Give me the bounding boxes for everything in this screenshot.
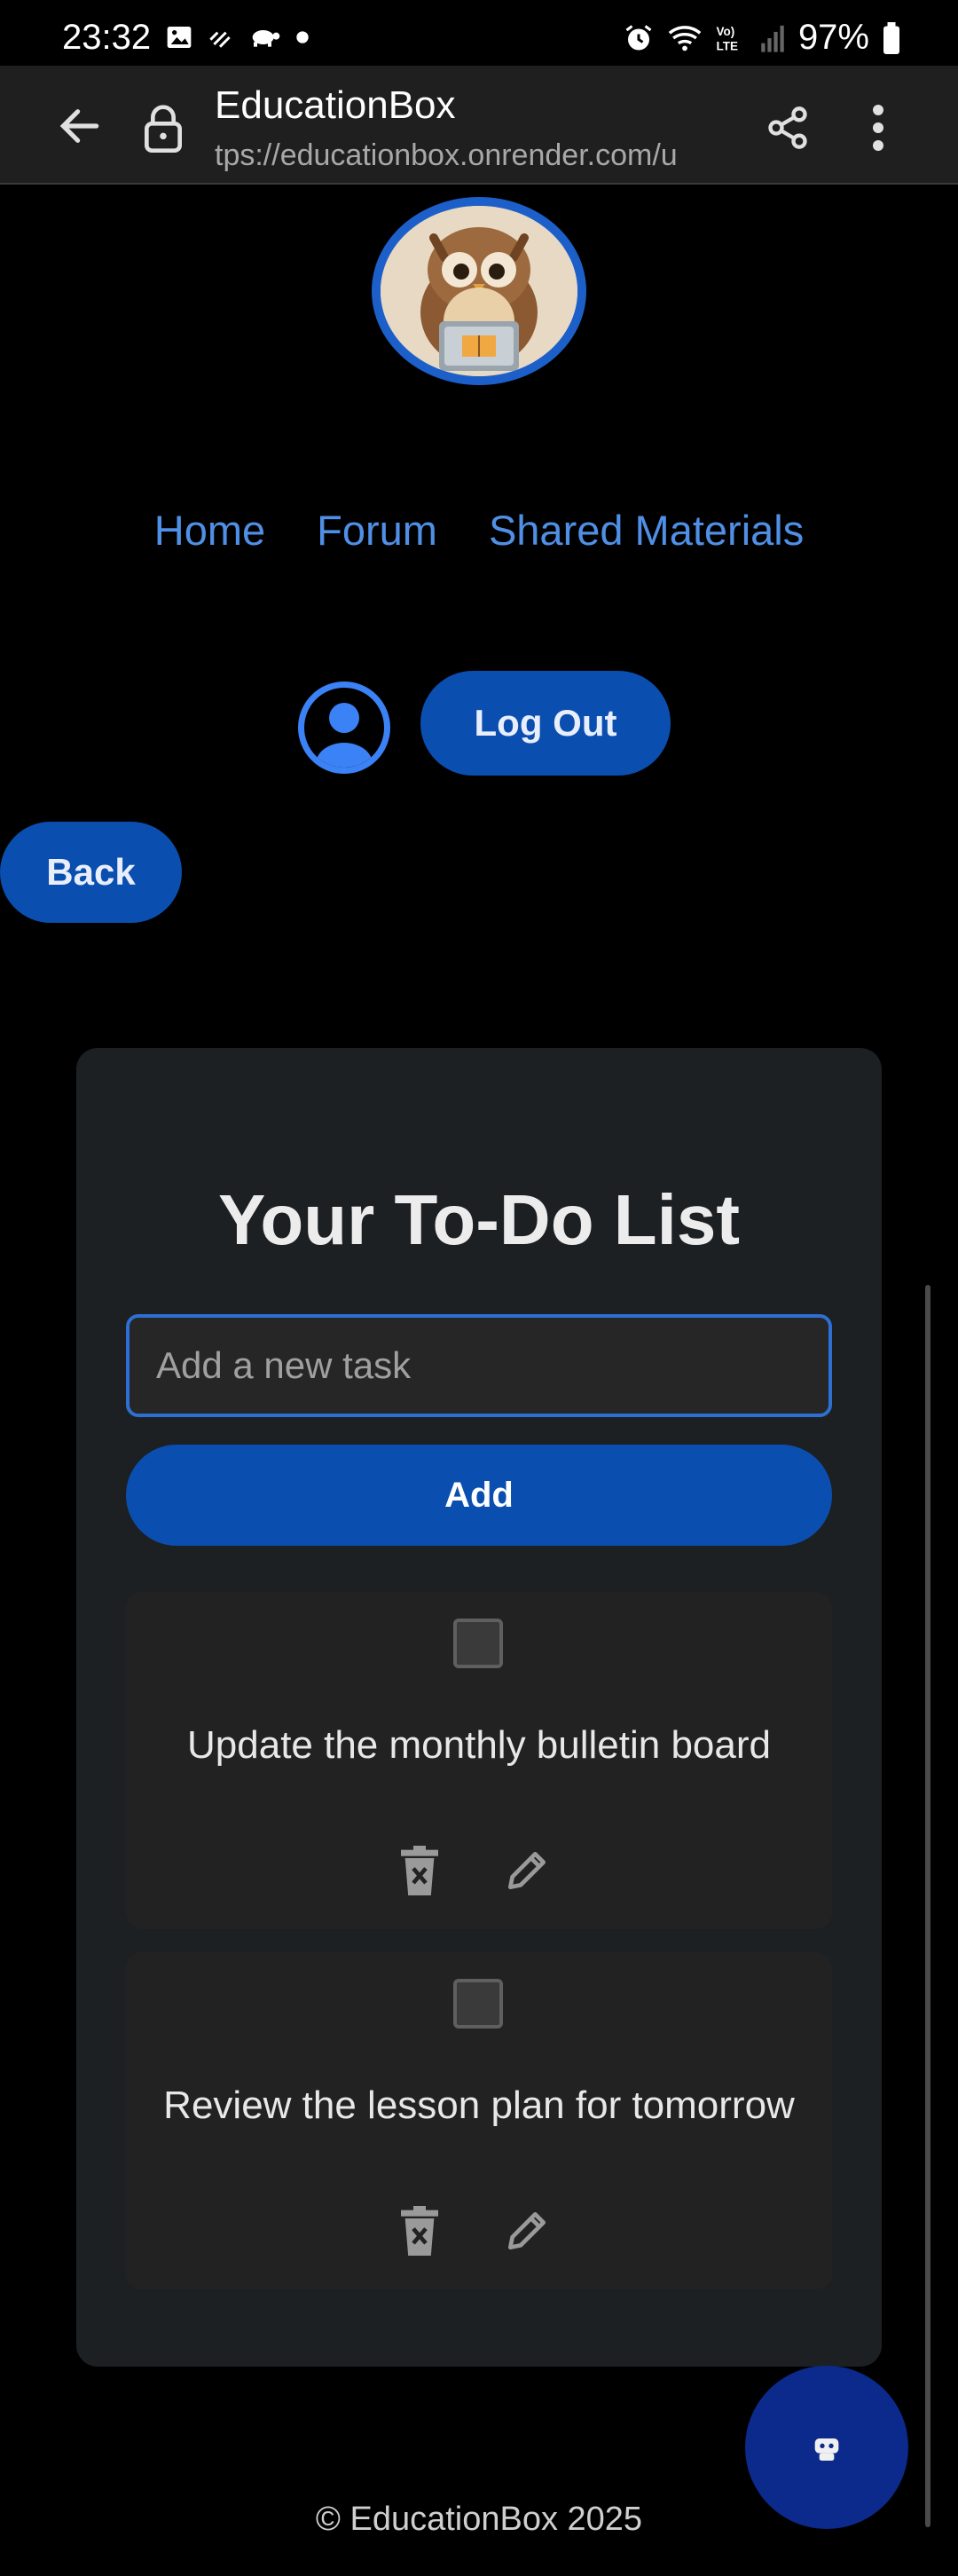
browser-toolbar: EducationBox tps://educationbox.onrender… [0, 66, 958, 185]
wifi-6-icon [668, 25, 702, 51]
task-checkbox[interactable] [453, 1619, 503, 1668]
system-icons: Vo) LTE 97% [623, 18, 901, 58]
battery-icon [883, 21, 899, 54]
task-checkbox[interactable] [453, 1979, 503, 2029]
task-item: Update the monthly bulletin board [126, 1592, 832, 1929]
delete-icon[interactable] [398, 1846, 441, 1895]
alarm-icon [625, 24, 652, 50]
site-title: EducationBox [215, 83, 456, 127]
delete-icon[interactable] [398, 2206, 441, 2256]
turtle-icon [252, 30, 280, 47]
volte-icon: Vo)LTE [716, 25, 738, 53]
more-options-icon[interactable] [865, 101, 891, 154]
todo-card: Your To-Do List Add Update the monthly b… [76, 1048, 882, 2367]
main-nav: Home Forum Shared Materials [0, 506, 958, 555]
task-text: Update the monthly bulletin board [187, 1723, 771, 1767]
task-text: Review the lesson plan for tomorrow [163, 2084, 795, 2127]
lock-icon[interactable] [142, 103, 185, 153]
nav-forum-link[interactable]: Forum [317, 506, 437, 555]
notification-icons [165, 23, 310, 51]
signal-icon [761, 25, 784, 52]
logout-button[interactable]: Log Out [420, 671, 671, 776]
nav-shared-materials-link[interactable]: Shared Materials [489, 506, 804, 555]
image-icon [167, 27, 192, 48]
new-task-input[interactable] [126, 1314, 832, 1417]
status-bar: 23:32 Vo) LTE 97% [0, 0, 958, 66]
task-item: Review the lesson plan for tomorrow [126, 1952, 832, 2289]
avatar-icon [316, 703, 373, 768]
owl-logo[interactable] [372, 197, 586, 385]
owl-logo-image [381, 206, 577, 376]
profile-icon[interactable] [298, 681, 390, 774]
back-arrow-icon[interactable] [55, 101, 105, 151]
battery-percent: 97% [797, 18, 869, 57]
todo-title: Your To-Do List [217, 1180, 741, 1259]
footer-copyright: © EducationBox 2025 [315, 2501, 643, 2538]
add-task-button[interactable]: Add [126, 1445, 832, 1546]
url-bar[interactable]: tps://educationbox.onrender.com/u [215, 138, 725, 173]
status-time: 23:32 [62, 18, 152, 57]
nav-home-link[interactable]: Home [154, 506, 265, 555]
page-scrollbar[interactable] [925, 1285, 931, 2527]
edit-pencil-icon[interactable] [502, 2206, 552, 2256]
svg-text:LTE: LTE [716, 39, 738, 52]
svg-text:Vo): Vo) [716, 25, 734, 38]
edit-pencil-icon[interactable] [502, 1846, 552, 1895]
sensor-icon [209, 31, 231, 48]
robot-icon [814, 2438, 839, 2461]
share-icon[interactable] [765, 105, 811, 151]
dot-icon [296, 31, 309, 43]
back-button[interactable]: Back [0, 822, 182, 923]
